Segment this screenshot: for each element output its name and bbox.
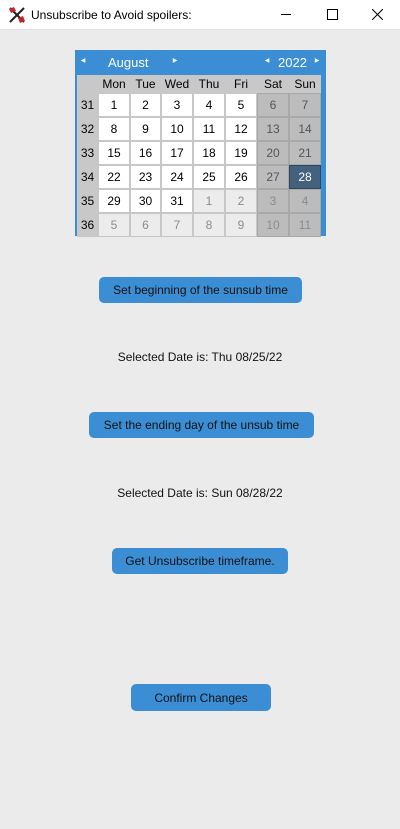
prev-month-icon[interactable]: ◀ xyxy=(77,50,89,73)
minimize-icon xyxy=(281,14,291,15)
calendar-header: ◀ August ▶ ◀ 2022 ▶ xyxy=(75,50,326,73)
calendar-day[interactable]: 19 xyxy=(225,141,257,165)
set-begin-button[interactable]: Set beginning of the sunsub time xyxy=(99,277,302,303)
next-year-icon[interactable]: ▶ xyxy=(311,50,323,73)
week-number: 31 xyxy=(77,93,98,117)
calendar-day[interactable]: 8 xyxy=(98,117,130,141)
calendar-day[interactable]: 27 xyxy=(257,165,289,189)
week-number: 32 xyxy=(77,117,98,141)
app-icon xyxy=(9,7,25,23)
weekday-header: Wed xyxy=(161,75,193,93)
calendar-day[interactable]: 10 xyxy=(161,117,193,141)
calendar-day[interactable]: 5 xyxy=(98,213,130,237)
calendar-day[interactable]: 7 xyxy=(161,213,193,237)
calendar-day[interactable]: 7 xyxy=(289,93,321,117)
calendar-day[interactable]: 10 xyxy=(257,213,289,237)
calendar-day[interactable]: 11 xyxy=(193,117,225,141)
calendar-day[interactable]: 25 xyxy=(193,165,225,189)
calendar-day[interactable]: 6 xyxy=(257,93,289,117)
maximize-icon xyxy=(327,9,338,20)
next-month-icon[interactable]: ▶ xyxy=(169,50,181,73)
calendar-day[interactable]: 31 xyxy=(161,189,193,213)
close-icon xyxy=(372,9,383,20)
calendar-day[interactable]: 22 xyxy=(98,165,130,189)
calendar-day[interactable]: 21 xyxy=(289,141,321,165)
calendar-day[interactable]: 16 xyxy=(130,141,161,165)
set-end-button[interactable]: Set the ending day of the unsub time xyxy=(89,412,314,438)
calendar-grid: Mon Tue Wed Thu Fri Sat Sun 31 1 2 3 4 5 6 7 32 8 9 10 11 12… xyxy=(77,75,321,237)
calendar-day[interactable]: 4 xyxy=(193,93,225,117)
weekday-header: Fri xyxy=(225,75,257,93)
calendar-day[interactable]: 3 xyxy=(257,189,289,213)
calendar-day[interactable]: 4 xyxy=(289,189,321,213)
weekday-header: Mon xyxy=(98,75,130,93)
calendar-day[interactable]: 2 xyxy=(225,189,257,213)
calendar-day[interactable]: 23 xyxy=(130,165,161,189)
calendar-day[interactable]: 28 xyxy=(289,165,321,189)
calendar-day[interactable]: 26 xyxy=(225,165,257,189)
calendar-day[interactable]: 9 xyxy=(130,117,161,141)
date-calendar[interactable]: ◀ August ▶ ◀ 2022 ▶ Mon Tue Wed Thu Fri Sat Su… xyxy=(75,50,326,237)
week-number: 34 xyxy=(77,165,98,189)
calendar-day[interactable]: 12 xyxy=(225,117,257,141)
calendar-day[interactable]: 18 xyxy=(193,141,225,165)
calendar-day[interactable]: 20 xyxy=(257,141,289,165)
calendar-day[interactable]: 30 xyxy=(130,189,161,213)
calendar-day[interactable]: 5 xyxy=(225,93,257,117)
calendar-day[interactable]: 15 xyxy=(98,141,130,165)
calendar-day[interactable]: 17 xyxy=(161,141,193,165)
get-timeframe-button[interactable]: Get Unsubscribe timeframe. xyxy=(112,548,288,574)
week-number: 35 xyxy=(77,189,98,213)
prev-year-icon[interactable]: ◀ xyxy=(261,50,273,73)
minimize-button[interactable] xyxy=(264,0,309,29)
calendar-day[interactable]: 9 xyxy=(225,213,257,237)
weekday-header: Sun xyxy=(289,75,321,93)
week-number: 33 xyxy=(77,141,98,165)
calendar-day[interactable]: 11 xyxy=(289,213,321,237)
weekday-header: Tue xyxy=(130,75,161,93)
calendar-day[interactable]: 24 xyxy=(161,165,193,189)
calendar-day[interactable]: 1 xyxy=(193,189,225,213)
calendar-corner xyxy=(77,75,98,93)
month-label: August xyxy=(108,55,149,70)
calendar-day[interactable]: 6 xyxy=(130,213,161,237)
window-title: Unsubscribe to Avoid spoilers: xyxy=(31,8,192,22)
calendar-day[interactable]: 13 xyxy=(257,117,289,141)
calendar-day[interactable]: 2 xyxy=(130,93,161,117)
weekday-header: Sat xyxy=(257,75,289,93)
calendar-day[interactable]: 1 xyxy=(98,93,130,117)
maximize-button[interactable] xyxy=(310,0,355,29)
calendar-day[interactable]: 3 xyxy=(161,93,193,117)
weekday-header: Thu xyxy=(193,75,225,93)
title-bar: Unsubscribe to Avoid spoilers: xyxy=(0,0,400,30)
selected-end-date: Selected Date is: Sun 08/28/22 xyxy=(117,486,283,500)
confirm-changes-button[interactable]: Confirm Changes xyxy=(131,684,271,711)
selected-begin-date: Selected Date is: Thu 08/25/22 xyxy=(117,350,283,364)
calendar-day[interactable]: 14 xyxy=(289,117,321,141)
close-button[interactable] xyxy=(355,0,400,29)
week-number: 36 xyxy=(77,213,98,237)
calendar-day[interactable]: 8 xyxy=(193,213,225,237)
calendar-day[interactable]: 29 xyxy=(98,189,130,213)
